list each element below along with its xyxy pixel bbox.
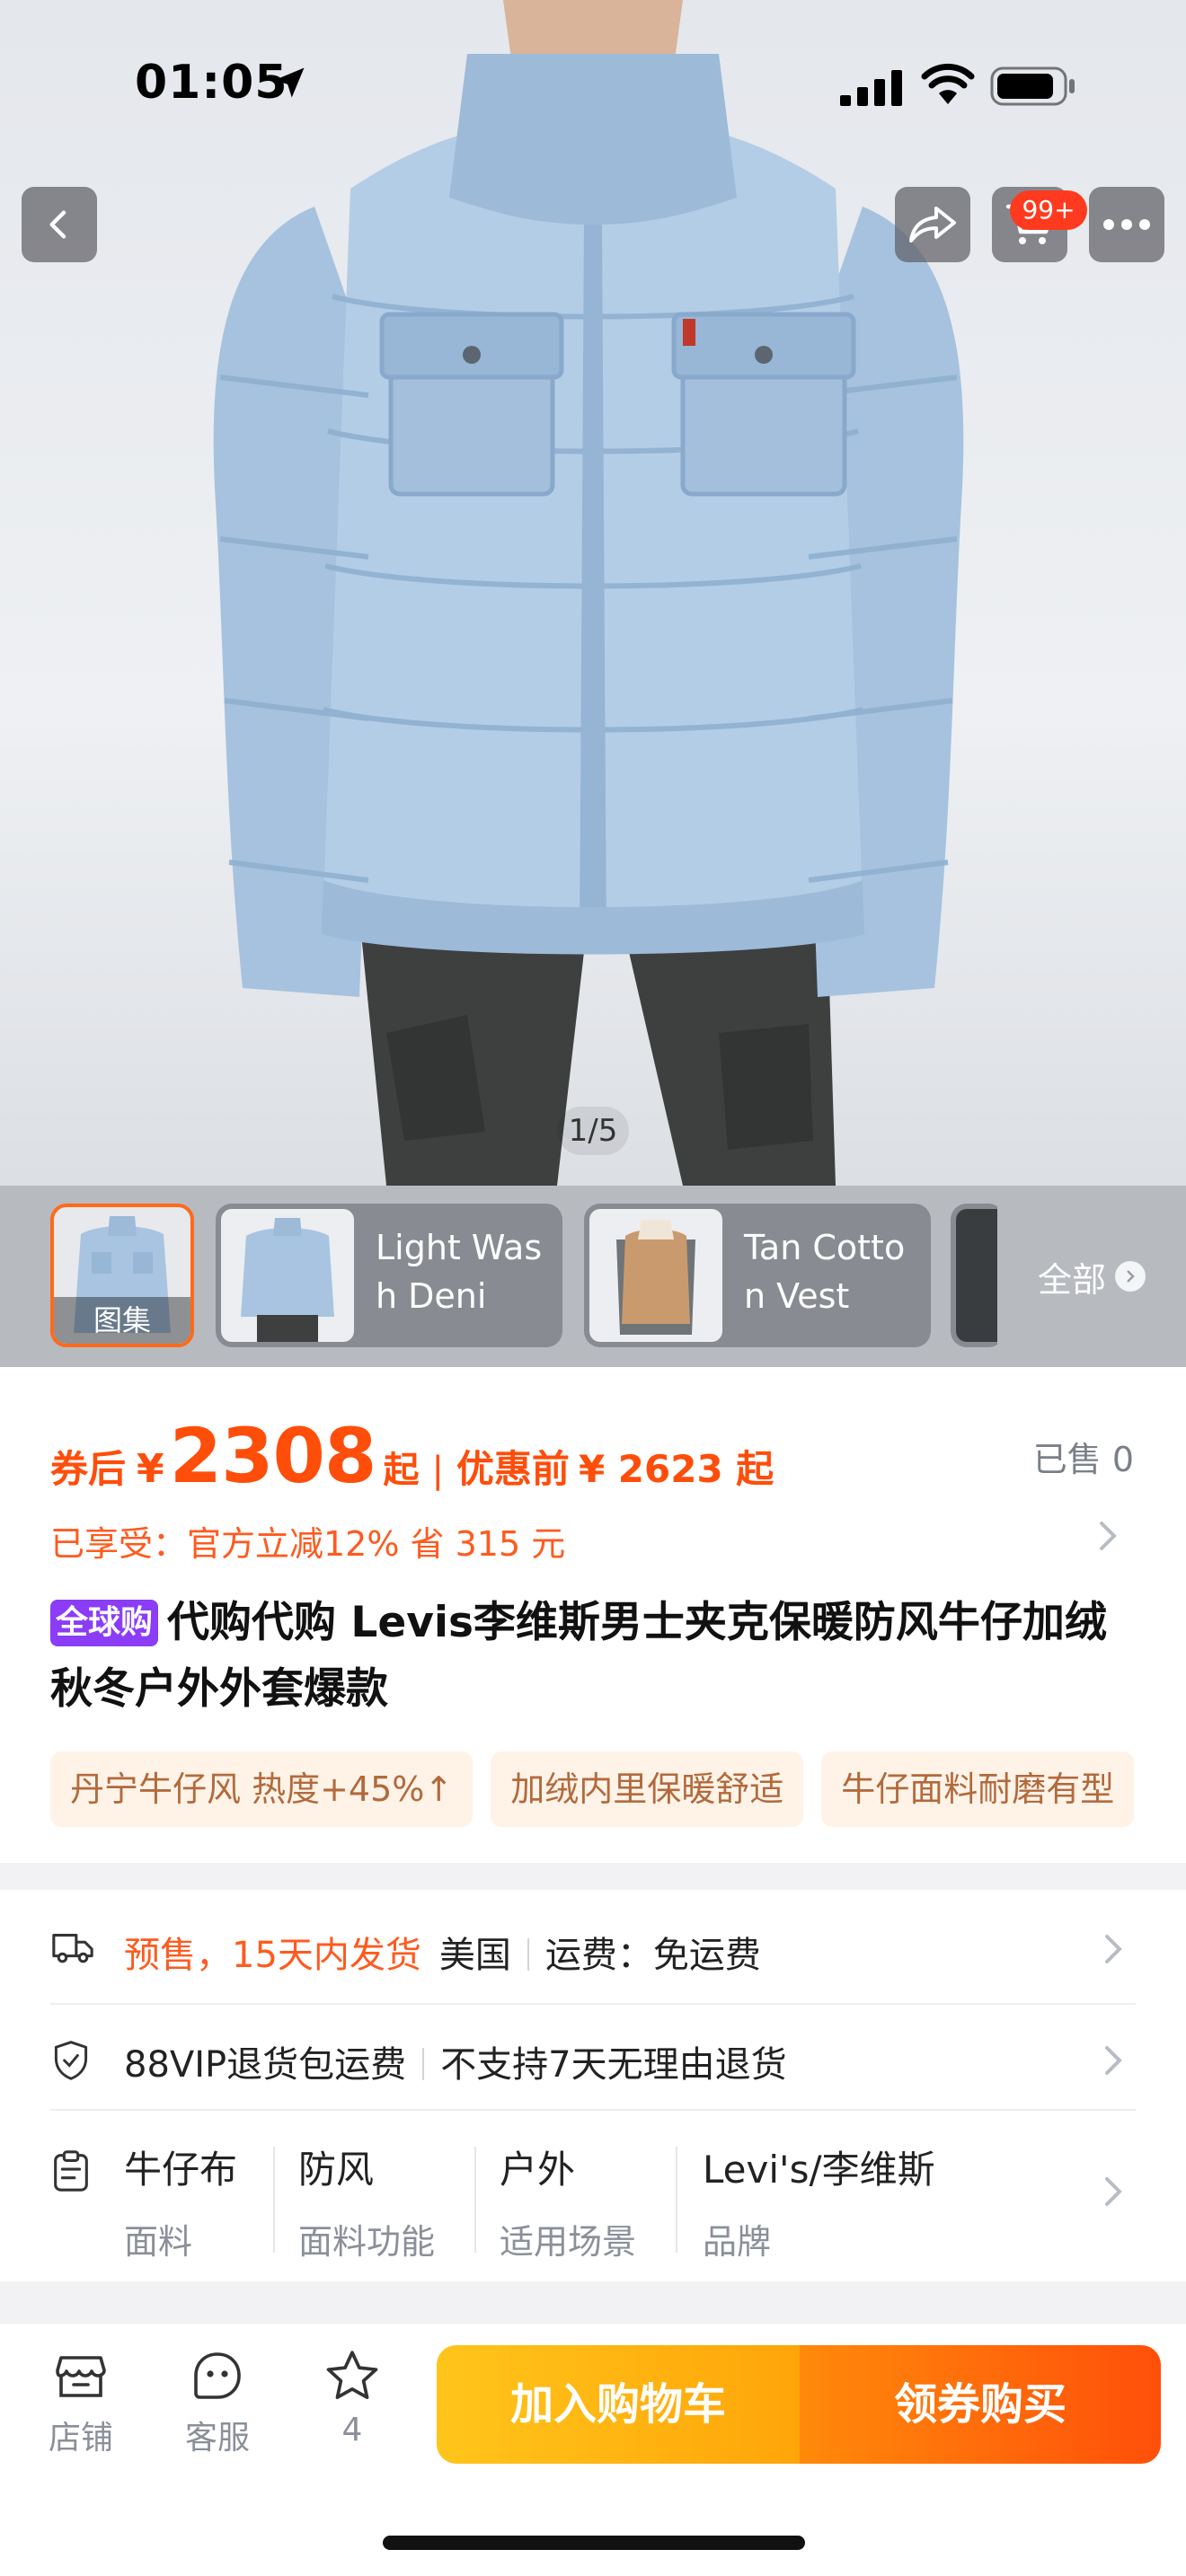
view-all-skus-button[interactable]: 全部 (997, 1186, 1186, 1367)
bottom-action-bar: 店铺 客服 4 加入购物车 领券购买 (0, 2323, 1186, 2576)
buy-with-coupon-button[interactable]: 领券购买 (800, 2345, 1161, 2464)
service-label: 客服 (184, 2420, 250, 2457)
attribute-key: 品牌 (703, 2222, 772, 2262)
location-arrow-icon (274, 67, 305, 98)
attribute-brand: Levi's/李维斯 品牌 (703, 2139, 935, 2262)
ship-origin: 美国 (438, 1935, 511, 1976)
after-coupon-label: 券后 (50, 1447, 127, 1491)
returns-text: 88VIP退货包运费 不支持7天无理由退货 (124, 2035, 787, 2087)
sku-image (589, 1209, 722, 1342)
cellular-signal-icon (840, 70, 902, 106)
wifi-icon (921, 63, 975, 104)
attribute-fabric: 牛仔布 面料 (124, 2139, 238, 2262)
before-discount-label: 优惠前 (456, 1447, 570, 1491)
after-coupon-price: 2308 (169, 1412, 377, 1500)
chevron-right-icon (1105, 2046, 1122, 2075)
more-options-button[interactable] (1089, 187, 1164, 262)
divider (422, 2048, 425, 2080)
service-info-card: 预售，15天内发货 美国 运费：免运费 88VIP退货包运费 不支持7天无理由退货 牛… (0, 1890, 1186, 2281)
shipping-fee: 运费：免运费 (544, 1935, 761, 1976)
more-dots-icon (1103, 219, 1150, 230)
attribute-value: Levi's/李维斯 (703, 2148, 935, 2192)
share-arrow-icon (909, 207, 956, 243)
currency-symbol: ¥ (137, 1446, 164, 1492)
chevron-right-icon (1115, 1261, 1146, 1292)
sku-vest-image (616, 1220, 695, 1335)
attribute-value: 牛仔布 (124, 2148, 238, 2192)
attribute-scene: 户外 适用场景 (500, 2139, 636, 2262)
shop-label: 店铺 (48, 2420, 113, 2457)
divider (676, 2147, 677, 2253)
price-from-suffix: 起 (383, 1450, 420, 1491)
gallery-label: 图集 (54, 1297, 190, 1344)
sku-option-label: Tan Cotton Vest (744, 1228, 906, 1316)
view-all-label: 全部 (1037, 1259, 1106, 1300)
chevron-right-icon (1105, 1935, 1122, 1963)
product-title-text: 代购代购 Levis李维斯男士夹克保暖防风牛仔加绒秋冬户外外套爆款 (50, 1598, 1107, 1714)
battery-icon (990, 66, 1075, 106)
feature-tag[interactable]: 牛仔面料耐磨有型 (821, 1751, 1135, 1827)
sku-image (221, 1209, 354, 1342)
product-image-carousel[interactable]: 01:05 99+ 1/5 (0, 0, 1186, 1186)
attribute-value: 户外 (500, 2148, 576, 2192)
attribute-key: 面料功能 (298, 2222, 436, 2262)
sku-thumbnail-strip[interactable]: 图集 Light Wash Deni Tan Cotton Vest 全部 (0, 1186, 1186, 1367)
star-icon (326, 2351, 378, 2400)
shipping-text: 预售，15天内发货 美国 运费：免运费 (124, 1926, 761, 1978)
chevron-right-icon (1105, 2177, 1122, 2206)
favorite-count: 4 (341, 2412, 363, 2448)
status-bar: 01:05 (0, 0, 1186, 171)
feature-tag[interactable]: 加绒内里保暖舒适 (491, 1751, 804, 1827)
price-divider: | (431, 1450, 444, 1491)
sku-jacket-image (241, 1218, 334, 1342)
sold-count: 已售 0 (1032, 1440, 1134, 1479)
back-button[interactable] (22, 187, 97, 262)
attribute-key: 适用场景 (500, 2222, 637, 2262)
favorite-button[interactable]: 4 (298, 2340, 406, 2448)
product-title: 全球购 代购代购 Levis李维斯男士夹克保暖防风牛仔加绒秋冬户外外套爆款 (50, 1590, 1137, 1723)
vip-return-text: 88VIP退货包运费 (124, 2044, 407, 2086)
presale-text: 预售，15天内发货 (124, 1935, 421, 1976)
thumbnail-gallery[interactable]: 图集 (50, 1204, 194, 1347)
attribute-function: 防风 面料功能 (298, 2139, 435, 2262)
divider (474, 2147, 476, 2253)
home-indicator[interactable] (383, 2536, 805, 2550)
attribute-value: 防风 (298, 2148, 375, 2192)
shipping-row[interactable]: 预售，15天内发货 美国 运费：免运费 (50, 1890, 1136, 2005)
before-discount-price: ¥ 2623 起 (578, 1447, 774, 1491)
attributes-row[interactable]: 牛仔布 面料 防风 面料功能 户外 适用场景 Levi's/李维斯 品牌 (50, 2111, 1136, 2281)
store-icon (56, 2356, 106, 2397)
returns-row[interactable]: 88VIP退货包运费 不支持7天无理由退货 (50, 2005, 1136, 2111)
status-time: 01:05 (135, 56, 288, 110)
return-policy-text: 不支持7天无理由退货 (440, 2044, 787, 2086)
price-row: 券后 ¥ 2308 起 | 优惠前 ¥ 2623 起 (50, 1412, 774, 1500)
sku-option-label: Light Wash Deni (376, 1228, 543, 1316)
shield-check-icon (54, 2041, 88, 2080)
clipboard-list-icon (54, 2150, 88, 2192)
feature-tag[interactable]: 丹宁牛仔风 热度+45%↑ (50, 1751, 474, 1827)
customer-service-face-icon (194, 2352, 241, 2399)
delivery-truck-icon (52, 1934, 93, 1963)
chevron-left-icon (49, 210, 66, 239)
attribute-key: 面料 (124, 2222, 193, 2262)
add-to-cart-button[interactable]: 加入购物车 (437, 2345, 800, 2464)
product-info-card: 券后 ¥ 2308 起 | 优惠前 ¥ 2623 起 已售 0 已享受：官方立减… (0, 1367, 1186, 1863)
customer-service-button[interactable]: 客服 (164, 2340, 271, 2458)
cart-count-badge: 99+ (1010, 190, 1087, 230)
sku-option-light-wash[interactable]: Light Wash Deni (216, 1204, 562, 1347)
sku-option-partial[interactable] (951, 1204, 1005, 1347)
image-page-indicator: 1/5 (557, 1107, 629, 1155)
sku-option-tan-vest[interactable]: Tan Cotton Vest (584, 1204, 931, 1347)
discount-detail-link[interactable]: 已享受：官方立减12% 省 315 元 (50, 1516, 565, 1566)
divider (273, 2147, 275, 2253)
global-purchase-tag: 全球购 (50, 1600, 159, 1646)
chevron-right-icon (1100, 1522, 1117, 1550)
shop-button[interactable]: 店铺 (27, 2340, 135, 2458)
feature-tags: 丹宁牛仔风 热度+45%↑ 加绒内里保暖舒适 牛仔面料耐磨有型 (50, 1751, 1186, 1827)
share-button[interactable] (895, 187, 970, 262)
product-photo-denim-puffer-jacket (213, 0, 964, 1186)
divider (527, 1938, 529, 1971)
